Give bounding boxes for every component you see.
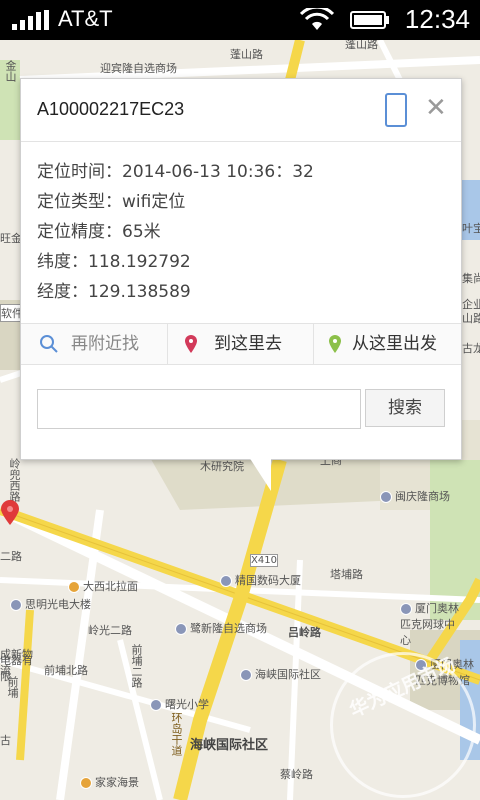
action-bar: 再附近找 到这里去 从这里出发	[21, 323, 461, 365]
carrier-label: AT&T	[58, 6, 113, 31]
phone-icon[interactable]	[385, 93, 407, 127]
poi-marker-icon	[68, 581, 80, 593]
popup-pointer	[249, 457, 271, 491]
start-from-here-button[interactable]: 从这里出发	[313, 324, 462, 364]
map-label: 精国数码大厦	[220, 572, 301, 588]
pin-green-icon	[329, 335, 341, 353]
map-label: 岭光二路	[88, 624, 132, 637]
map-label: 曙光小学	[150, 696, 209, 712]
poi-marker-icon	[150, 699, 162, 711]
map-label: 思明光电大楼	[10, 596, 91, 612]
poi-marker-icon	[80, 777, 92, 789]
map-label: 古龙	[462, 342, 480, 355]
battery-icon	[350, 11, 389, 29]
poi-marker-icon	[220, 575, 232, 587]
device-info-popup: A100002217EC23 ✕ 定位时间：2014-06-13 10:36：3…	[20, 78, 462, 491]
map-label: 蓬山路	[230, 48, 263, 61]
location-info: 定位时间：2014-06-13 10:36：32 定位类型：wifi定位 定位精…	[37, 157, 314, 307]
go-here-button[interactable]: 到这里去	[167, 324, 314, 364]
poi-marker-icon	[400, 603, 412, 615]
map-label: 迎宾隆自选商场	[100, 62, 177, 75]
latitude: 纬度：118.192792	[37, 252, 191, 272]
map-label: 吕岭路	[288, 626, 321, 639]
poi-marker-icon	[175, 623, 187, 635]
search-input[interactable]	[37, 389, 361, 429]
map-label: 二路	[0, 550, 22, 563]
map-label: 金山	[4, 60, 17, 82]
map-label: 鹭新隆自选商场	[175, 620, 267, 636]
map-label: 海峡国际社区	[240, 666, 321, 682]
map-label: 前埔	[6, 676, 19, 698]
poi-marker-icon	[10, 599, 22, 611]
map-label: 集尚	[462, 272, 480, 285]
map-label: 叶宝	[462, 222, 480, 235]
map-label: 塔埔路	[330, 568, 363, 581]
map-label: 前埔北路	[44, 664, 88, 677]
map-label: 家家海景	[80, 774, 139, 790]
device-id: A100002217EC23	[37, 99, 185, 119]
clock: 12:34	[404, 4, 470, 34]
watermark: 华为应用市场	[330, 652, 476, 798]
location-type: 定位类型：wifi定位	[37, 192, 186, 212]
map-label: 蓬山路	[345, 40, 378, 51]
location-pin-icon[interactable]	[0, 500, 20, 526]
longitude: 经度：129.138589	[37, 282, 191, 302]
search-button[interactable]: 搜索	[365, 389, 445, 427]
map-label: X410	[250, 554, 278, 567]
poi-marker-icon	[240, 669, 252, 681]
map-label: 蔡岭路	[280, 768, 313, 781]
status-bar: AT&T 12:34	[0, 0, 480, 40]
popup-header: A100002217EC23 ✕	[21, 79, 461, 142]
poi-marker-icon	[380, 491, 392, 503]
map-label: 木研究院	[200, 460, 244, 473]
map-label: 山路	[462, 312, 480, 325]
location-accuracy: 定位精度：65米	[37, 222, 161, 242]
map-label: 古	[0, 734, 11, 747]
map-label: 闽庆隆商场	[380, 488, 450, 504]
map-label: 前埔二路	[130, 644, 143, 688]
map-label: 海峡国际社区	[190, 738, 269, 753]
close-icon[interactable]: ✕	[425, 95, 447, 121]
signal-icon	[12, 10, 49, 30]
pin-red-icon	[185, 335, 197, 353]
map-label: 企业园	[462, 298, 480, 311]
search-nearby-icon	[40, 335, 58, 353]
map-label: 大西北拉面	[68, 578, 138, 594]
wifi-icon	[300, 8, 334, 30]
map-label: 环岛干道	[170, 712, 183, 756]
map-label: 厦门奥林匹克网球中心	[400, 602, 459, 647]
map-label: 岭兜西路	[8, 458, 21, 502]
nearby-search-button[interactable]: 再附近找	[21, 324, 167, 364]
location-time: 定位时间：2014-06-13 10:36：32	[37, 162, 314, 182]
